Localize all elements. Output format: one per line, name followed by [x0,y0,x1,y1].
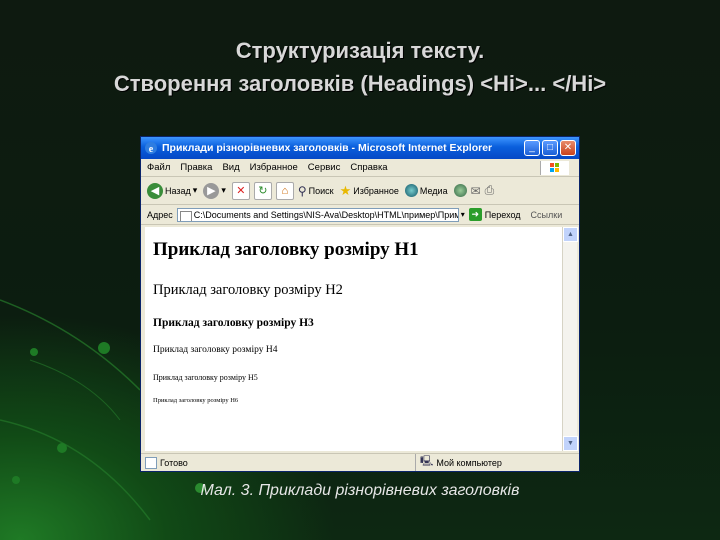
media-label: Медиа [419,185,448,196]
windows-logo-icon [540,160,569,175]
history-icon[interactable] [453,184,467,197]
back-arrow-icon: ◀ [147,182,163,199]
forward-button[interactable]: ▶ ▾ [203,182,226,199]
close-button[interactable]: ✕ [560,140,576,156]
scroll-down-icon[interactable]: ▼ [563,436,578,451]
menu-bar: Файл Правка Вид Избранное Сервис Справка [141,159,579,177]
menu-favorites[interactable]: Избранное [250,162,298,173]
address-input[interactable]: C:\Documents and Settings\NIS-Ava\Deskto… [176,207,459,222]
toolbar: ◀ Назад ▾ ▶ ▾ ✕ ↻ ⌂ ⚲ Поиск ★ Избранное … [141,177,579,205]
window-titlebar[interactable]: e Приклади різнорівневих заголовків - Mi… [141,137,579,159]
maximize-button[interactable]: □ [542,140,558,156]
print-icon[interactable]: ⎙ [485,183,495,198]
slide-title-line1: Структуризація тексту. [235,38,485,63]
window-title: Приклади різнорівневих заголовків - Micr… [162,142,493,154]
search-icon: ⚲ [297,183,307,198]
my-computer-icon: 🖳 [420,456,434,467]
slide-title-line2: Створення заголовків (Headings) <Hi>... … [113,71,607,96]
address-dropdown-icon[interactable]: ▾ [461,210,465,219]
figure-caption: Мал. 3. Приклади різнорівневих заголовкі… [200,482,520,499]
page-icon [179,210,192,221]
back-label: Назад [165,185,191,196]
minimize-button[interactable]: _ [524,140,540,156]
favorites-button[interactable]: ★ Избранное [340,183,399,199]
slide-title: Структуризація тексту. Створення заголов… [0,34,720,100]
browser-window: e Приклади різнорівневих заголовків - Mi… [140,136,580,472]
menu-edit[interactable]: Правка [180,162,212,173]
svg-text:e: e [149,144,154,155]
favorites-label: Избранное [353,185,399,196]
heading-h5: Приклад заголовку розміру H5 [153,373,258,382]
back-button[interactable]: ◀ Назад ▾ [147,182,197,199]
menu-help[interactable]: Справка [350,162,387,173]
address-label: Адрес [147,209,173,220]
page-done-icon [145,456,157,469]
page-content: Приклад заголовку розміру H1 Приклад заг… [145,227,565,451]
home-icon[interactable]: ⌂ [275,181,294,200]
star-icon: ★ [339,182,352,198]
scroll-up-icon[interactable]: ▲ [563,227,578,242]
status-bar: Готово 🖳 Мой компьютер [141,453,579,471]
forward-arrow-icon: ▶ [203,182,220,199]
menu-view[interactable]: Вид [222,162,239,173]
heading-h2: Приклад заголовку розміру H2 [153,282,343,298]
refresh-icon[interactable]: ↻ [253,181,272,200]
heading-h3: Приклад заголовку розміру H3 [153,317,314,329]
status-text: Готово [160,457,188,468]
zone-text: Мой компьютер [436,457,502,468]
go-button[interactable]: ➜ Переход [468,208,521,221]
media-icon [404,184,418,197]
internet-explorer-icon: e [145,142,157,155]
stop-icon[interactable]: ✕ [231,181,250,200]
go-arrow-icon: ➜ [468,208,482,221]
search-label: Поиск [308,185,334,196]
heading-h1: Приклад заголовку розміру H1 [153,239,419,260]
menu-tools[interactable]: Сервис [308,162,341,173]
heading-h6: Приклад заголовку розміру H6 [153,397,239,404]
menu-file[interactable]: Файл [147,162,170,173]
go-label: Переход [484,209,521,220]
address-value: C:\Documents and Settings\NIS-Ava\Deskto… [193,209,459,220]
heading-h4: Приклад заголовку розміру H4 [153,345,278,355]
media-button[interactable]: Медиа [404,184,448,197]
mail-icon[interactable]: ✉ [471,184,481,198]
address-bar: Адрес C:\Documents and Settings\NIS-Ava\… [141,205,579,225]
links-label[interactable]: Ссылки [531,210,563,220]
search-button[interactable]: ⚲ Поиск [298,184,334,198]
vertical-scrollbar[interactable]: ▲ ▼ [562,227,578,451]
